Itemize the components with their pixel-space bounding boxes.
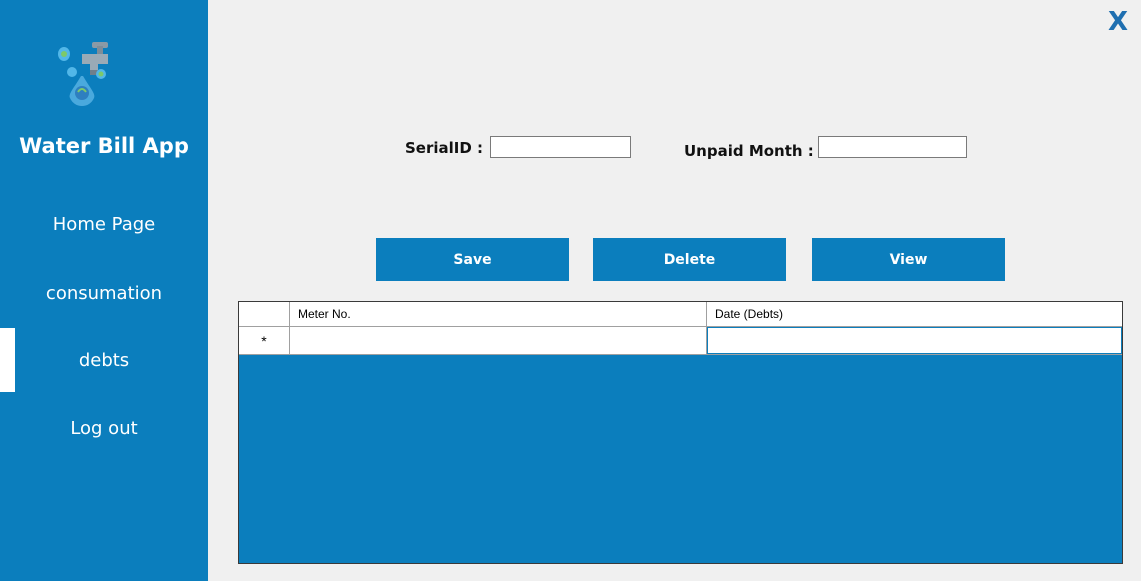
sidebar-item-label: consumation (45, 282, 163, 304)
serial-id-label: SerialID : (405, 139, 484, 157)
sidebar-item-consumation[interactable]: consumation (0, 261, 208, 325)
cell-meter-no[interactable] (290, 327, 707, 354)
new-row-indicator[interactable]: * (239, 327, 290, 354)
sidebar-item-debts[interactable]: debts (0, 328, 208, 392)
sidebar-item-home-page[interactable]: Home Page (0, 192, 208, 256)
save-button[interactable]: Save (376, 238, 569, 281)
new-row-marker: * (261, 332, 267, 349)
unpaid-month-input[interactable] (818, 136, 967, 158)
close-button[interactable]: X (1104, 6, 1132, 38)
delete-button[interactable]: Delete (593, 238, 786, 281)
sidebar-item-log-out[interactable]: Log out (0, 396, 208, 460)
water-tap-logo-icon (52, 38, 114, 106)
sidebar: Water Bill App Home Page consumation deb… (0, 0, 208, 581)
grid-header: Meter No. Date (Debts) (239, 302, 1122, 327)
view-button[interactable]: View (812, 238, 1005, 281)
unpaid-month-label: Unpaid Month : (684, 142, 814, 160)
column-header-meter-no[interactable]: Meter No. (290, 302, 707, 326)
app-title: Water Bill App (19, 134, 189, 158)
sidebar-item-label: Log out (70, 417, 138, 439)
row-header-corner[interactable] (239, 302, 290, 326)
serial-id-input[interactable] (490, 136, 631, 158)
column-header-date-debts[interactable]: Date (Debts) (707, 302, 1122, 326)
sidebar-item-label: Home Page (52, 213, 156, 235)
cell-date-debts[interactable] (707, 327, 1122, 354)
active-indicator (0, 328, 15, 392)
sidebar-item-label: debts (78, 349, 130, 371)
debts-grid[interactable]: Meter No. Date (Debts) * (238, 301, 1123, 564)
table-row-new[interactable]: * (239, 327, 1122, 355)
